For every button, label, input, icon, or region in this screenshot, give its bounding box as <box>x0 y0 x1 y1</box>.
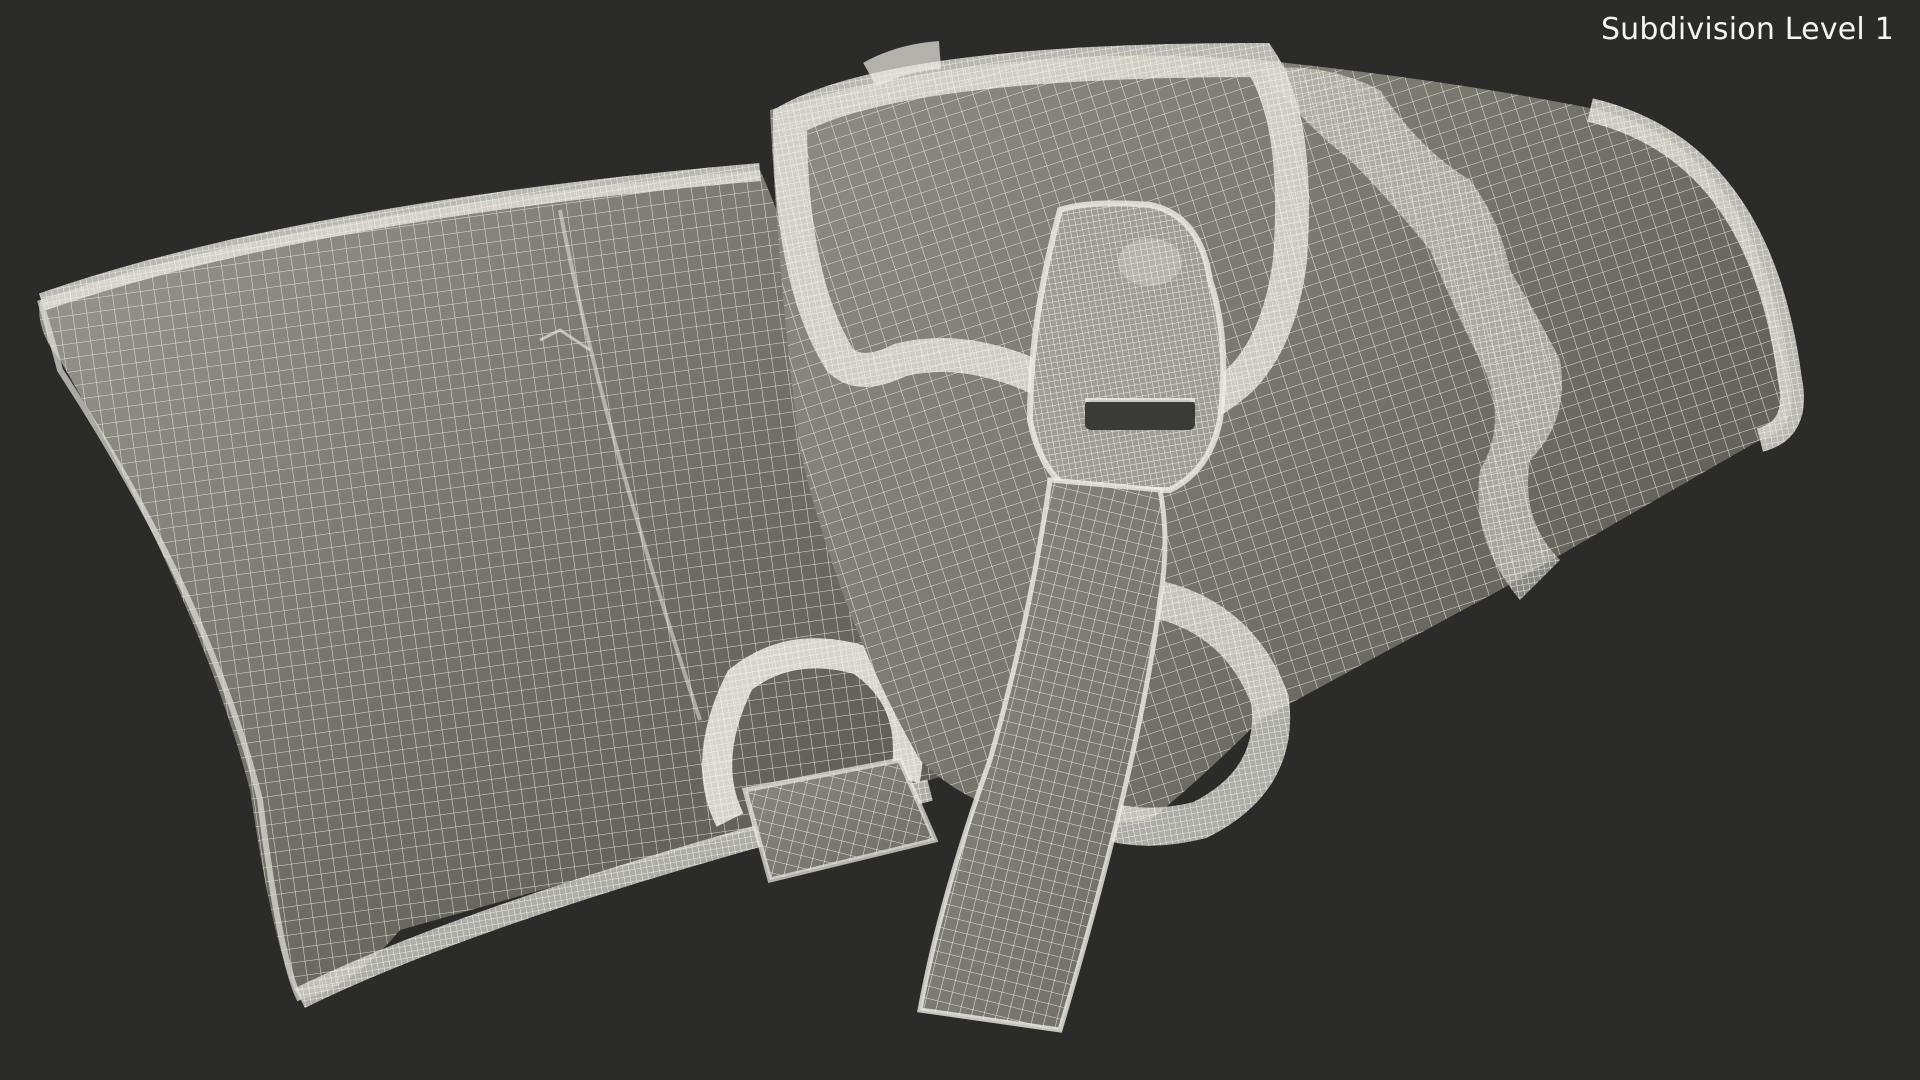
subdivision-level-label: Subdivision Level 1 <box>1600 12 1894 47</box>
wireframe-render <box>37 41 1804 1033</box>
render-viewport: Subdivision Level 1 <box>0 0 1920 1080</box>
buckle <box>1026 200 1227 493</box>
